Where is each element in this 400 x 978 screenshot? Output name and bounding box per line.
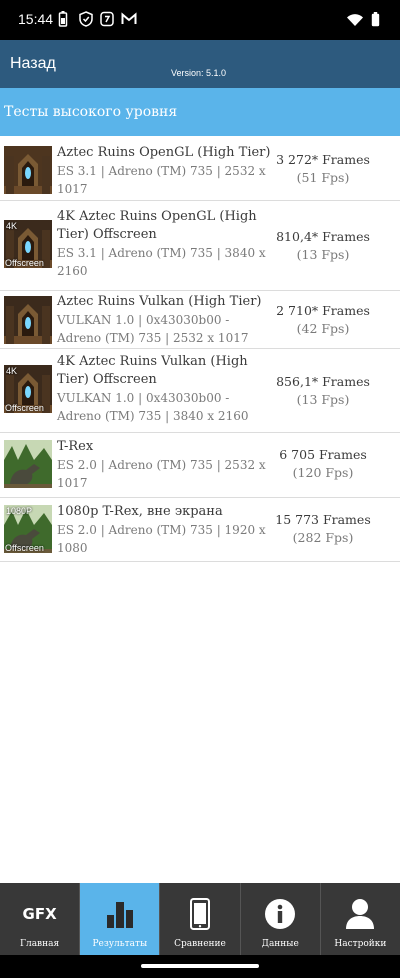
- test-title: T-Rex: [57, 439, 94, 454]
- nav-settings[interactable]: Настройки: [320, 883, 400, 955]
- gmail-icon: [121, 11, 137, 27]
- test-details: ES 2.0 | Adreno (TM) 735 | 1920 x 1080: [57, 523, 266, 555]
- nav-results[interactable]: Результаты: [80, 883, 161, 955]
- battery-saver-icon: [58, 11, 72, 27]
- test-score: 2 710* Frames (42 Fps): [268, 302, 378, 338]
- test-score: 6 705 Frames (120 Fps): [268, 446, 378, 482]
- test-row[interactable]: Aztec Ruins OpenGL (High Tier) ES 3.1 | …: [0, 137, 400, 201]
- test-frames: 2 710* Frames: [276, 303, 370, 318]
- test-details: ES 2.0 | Adreno (TM) 735 | 2532 x 1017: [57, 458, 266, 490]
- test-score: 3 272* Frames (51 Fps): [268, 151, 378, 187]
- bottom-navigation: GFX Главная Результаты Сравнение Данные …: [0, 883, 400, 955]
- wifi-icon: [347, 12, 363, 31]
- status-time: 15:44: [18, 11, 54, 27]
- test-fps: (51 Fps): [296, 170, 350, 185]
- test-row[interactable]: 1080P Offscreen 1080p T-Rex, вне экрана …: [0, 498, 400, 562]
- nav-label: Настройки: [334, 939, 387, 949]
- test-thumbnail: [4, 146, 52, 194]
- test-title: 4K Aztec Ruins OpenGL (High Tier) Offscr…: [57, 209, 257, 242]
- app-version: Version: 5.1.0: [171, 68, 227, 78]
- nav-label: Главная: [20, 939, 60, 949]
- test-thumbnail: [4, 296, 52, 344]
- test-title: Aztec Ruins Vulkan (High Tier): [57, 294, 262, 309]
- test-thumbnail: 4K Offscreen: [4, 220, 52, 268]
- resolution-badge: 4K: [6, 366, 18, 376]
- test-row[interactable]: 4K Offscreen 4K Aztec Ruins Vulkan (High…: [0, 349, 400, 433]
- offscreen-badge: Offscreen: [5, 403, 44, 413]
- battery-icon: [371, 12, 380, 31]
- user-icon: [345, 897, 375, 931]
- test-details: ES 3.1 | Adreno (TM) 735 | 2532 x 1017: [57, 164, 266, 196]
- back-button[interactable]: Назад: [10, 55, 56, 73]
- status-bar: 15:44: [0, 0, 400, 40]
- results-list: Aztec Ruins OpenGL (High Tier) ES 3.1 | …: [0, 137, 400, 562]
- resolution-badge: 4K: [6, 221, 18, 231]
- test-details: VULKAN 1.0 | 0x43030b00 - Adreno (TM) 73…: [57, 391, 249, 423]
- home-gesture-handle[interactable]: [141, 964, 259, 968]
- bar-chart-icon: [105, 897, 135, 931]
- test-fps: (42 Fps): [296, 321, 350, 336]
- nav-label: Результаты: [92, 939, 148, 949]
- nav-data[interactable]: Данные: [240, 883, 321, 955]
- gfx-logo-icon: GFX: [23, 897, 57, 931]
- section-header: Тесты высокого уровня: [0, 88, 400, 136]
- nav-home[interactable]: GFX Главная: [0, 883, 81, 955]
- test-thumbnail: 1080P Offscreen: [4, 505, 52, 553]
- shield-icon: [79, 11, 93, 27]
- phone-icon: [189, 897, 211, 931]
- nav-compare[interactable]: Сравнение: [160, 883, 241, 955]
- test-fps: (13 Fps): [296, 392, 350, 407]
- offscreen-badge: Offscreen: [5, 543, 44, 553]
- test-details: VULKAN 1.0 | 0x43030b00 - Adreno (TM) 73…: [57, 313, 249, 345]
- test-thumbnail: [4, 440, 52, 488]
- info-icon: [264, 897, 296, 931]
- test-score: 856,1* Frames (13 Fps): [268, 373, 378, 409]
- test-row[interactable]: T-Rex ES 2.0 | Adreno (TM) 735 | 2532 x …: [0, 433, 400, 498]
- test-details: ES 3.1 | Adreno (TM) 735 | 3840 x 2160: [57, 246, 266, 278]
- test-title: Aztec Ruins OpenGL (High Tier): [57, 145, 271, 160]
- notification-icons: [58, 11, 137, 27]
- test-fps: (120 Fps): [292, 465, 354, 480]
- test-fps: (13 Fps): [296, 247, 350, 262]
- test-thumbnail: 4K Offscreen: [4, 365, 52, 413]
- test-frames: 856,1* Frames: [276, 374, 370, 389]
- test-score: 15 773 Frames (282 Fps): [268, 511, 378, 547]
- test-title: 1080p T-Rex, вне экрана: [57, 504, 223, 519]
- nav-label: Данные: [261, 939, 299, 949]
- test-frames: 810,4* Frames: [276, 229, 370, 244]
- test-row[interactable]: 4K Offscreen 4K Aztec Ruins OpenGL (High…: [0, 201, 400, 291]
- test-score: 810,4* Frames (13 Fps): [268, 228, 378, 264]
- test-fps: (282 Fps): [292, 530, 354, 545]
- app-icon: [100, 11, 114, 27]
- test-title: 4K Aztec Ruins Vulkan (High Tier) Offscr…: [57, 354, 248, 387]
- resolution-badge: 1080P: [6, 506, 33, 516]
- test-frames: 15 773 Frames: [275, 512, 371, 527]
- test-row[interactable]: Aztec Ruins Vulkan (High Tier) VULKAN 1.…: [0, 291, 400, 349]
- gesture-bar: [0, 955, 400, 978]
- app-bar: Назад Version: 5.1.0: [0, 40, 400, 88]
- section-title: Тесты высокого уровня: [4, 104, 178, 120]
- nav-label: Сравнение: [174, 939, 226, 949]
- test-frames: 6 705 Frames: [279, 447, 367, 462]
- system-icons: [347, 12, 380, 31]
- gfx-logo-text: GFX: [22, 905, 57, 923]
- test-frames: 3 272* Frames: [276, 152, 370, 167]
- offscreen-badge: Offscreen: [5, 258, 44, 268]
